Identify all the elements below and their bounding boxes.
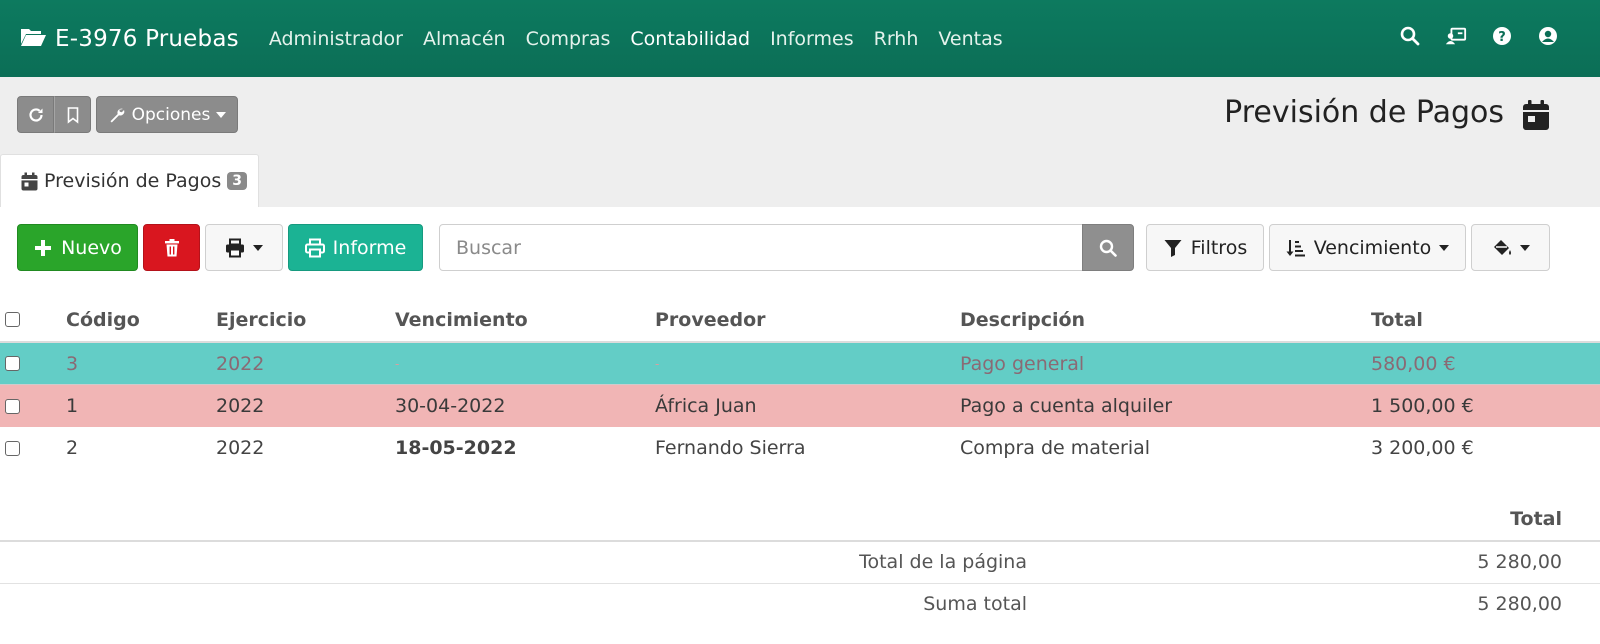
totals-table: Total Total de la página 5 280,00 Suma t…: [0, 500, 1600, 626]
column-header-codigo[interactable]: Código: [66, 298, 140, 341]
folder-open-icon: [20, 26, 55, 52]
column-header-descripcion[interactable]: Descripción: [960, 298, 1085, 341]
column-header-ejercicio[interactable]: Ejercicio: [216, 298, 306, 341]
report-button[interactable]: Informe: [288, 224, 423, 271]
row-checkbox[interactable]: [5, 356, 20, 371]
row-checkbox[interactable]: [5, 440, 20, 456]
print-icon: [226, 238, 244, 257]
sort-amount-down-icon: [1286, 239, 1305, 256]
menu-item-informes[interactable]: Informes: [770, 28, 854, 50]
column-header-total[interactable]: Total: [1371, 298, 1423, 341]
cell-proveedor: África Juan: [655, 395, 757, 417]
search-icon: [1099, 239, 1117, 257]
search-button[interactable]: [1082, 224, 1134, 271]
cell-proveedor: -: [655, 356, 660, 371]
payments-table: Código Ejercicio Vencimiento Proveedor D…: [0, 298, 1600, 469]
cell-vencimiento: -: [395, 356, 400, 371]
report-label: Informe: [332, 236, 407, 259]
filters-button[interactable]: Filtros: [1146, 224, 1264, 271]
cell-ejercicio: 2022: [216, 437, 265, 459]
cell-vencimiento: 30-04-2022: [395, 395, 506, 417]
calendar-icon: [1523, 100, 1549, 130]
page-total-value: 5 280,00: [1477, 551, 1562, 573]
new-label: Nuevo: [61, 236, 122, 259]
cell-descripcion: Pago a cuenta alquiler: [960, 395, 1173, 417]
cell-total: 3 200,00 €: [1371, 437, 1474, 459]
cell-ejercicio: 2022: [216, 352, 265, 375]
cell-codigo[interactable]: 2: [66, 427, 78, 469]
top-navbar: E-3976 Pruebas Administrador Almacén Com…: [0, 0, 1600, 77]
delete-button[interactable]: [143, 224, 200, 271]
filters-label: Filtros: [1190, 236, 1248, 259]
table-row[interactable]: 1 2022 30-04-2022 África Juan Pago a cue…: [0, 385, 1600, 427]
menu-item-contabilidad[interactable]: Contabilidad: [630, 28, 750, 50]
calendar-icon: [21, 172, 38, 190]
table-row[interactable]: 2 2022 18-05-2022 Fernando Sierra Compra…: [0, 427, 1600, 469]
bookmark-icon: [67, 106, 78, 124]
brand[interactable]: E-3976 Pruebas: [20, 26, 239, 52]
svg-text:?: ?: [1498, 30, 1506, 45]
options-dropdown-button[interactable]: Opciones: [96, 96, 238, 133]
page-total-row: Total de la página 5 280,00: [0, 542, 1600, 584]
contact-card-icon[interactable]: [1444, 24, 1468, 48]
order-dropdown-button[interactable]: Vencimiento: [1269, 224, 1466, 271]
tab-label: Previsión de Pagos: [44, 170, 222, 192]
select-all-checkbox[interactable]: [5, 312, 20, 327]
cell-descripcion: Pago general: [960, 352, 1085, 375]
reload-button[interactable]: [17, 96, 54, 133]
paint-bucket-icon: [1493, 239, 1511, 255]
main-menu: Administrador Almacén Compras Contabilid…: [269, 28, 1023, 50]
caret-down-icon: [1519, 244, 1530, 251]
column-header-vencimiento[interactable]: Vencimiento: [395, 298, 528, 341]
search-icon[interactable]: [1398, 24, 1422, 48]
menu-item-ventas[interactable]: Ventas: [938, 28, 1002, 50]
menu-item-almacen[interactable]: Almacén: [423, 28, 506, 50]
page-total-label: Total de la página: [859, 551, 1027, 573]
trash-icon: [164, 238, 179, 256]
wrench-icon: [110, 108, 124, 122]
cell-codigo[interactable]: 1: [66, 385, 78, 427]
cell-proveedor: Fernando Sierra: [655, 437, 806, 459]
menu-item-administrador[interactable]: Administrador: [269, 28, 403, 50]
help-icon[interactable]: ?: [1490, 24, 1514, 48]
caret-down-icon: [216, 111, 227, 118]
brand-name: E-3976 Pruebas: [55, 25, 239, 52]
count-badge: 3: [227, 172, 247, 190]
user-icon[interactable]: [1536, 24, 1560, 48]
options-label: Opciones: [131, 104, 211, 125]
totals-header: Total: [0, 500, 1600, 542]
list-toolbar: Nuevo Informe Filtros Vencimiento: [0, 224, 1600, 272]
bookmark-button[interactable]: [54, 96, 91, 133]
order-label: Vencimiento: [1313, 236, 1432, 259]
tab-prevision-pagos[interactable]: Previsión de Pagos 3: [0, 154, 259, 207]
new-button[interactable]: Nuevo: [17, 224, 138, 271]
cell-total: 1 500,00 €: [1371, 395, 1474, 417]
grand-total-value: 5 280,00: [1477, 593, 1562, 615]
color-legend-dropdown-button[interactable]: [1471, 224, 1550, 271]
search-input[interactable]: [439, 224, 1084, 271]
grand-total-label: Suma total: [923, 593, 1027, 615]
row-checkbox[interactable]: [5, 398, 20, 414]
filter-icon: [1164, 239, 1182, 257]
grand-total-row: Suma total 5 280,00: [0, 584, 1600, 626]
column-header-proveedor[interactable]: Proveedor: [655, 298, 766, 341]
cell-descripcion: Compra de material: [960, 437, 1151, 459]
plus-icon: [35, 239, 52, 256]
cell-vencimiento: 18-05-2022: [395, 437, 517, 459]
menu-item-compras[interactable]: Compras: [526, 28, 611, 50]
cell-ejercicio: 2022: [216, 395, 265, 417]
totals-column-header: Total: [1510, 508, 1562, 530]
print-dropdown-button[interactable]: [205, 224, 283, 271]
cell-codigo[interactable]: 3: [66, 343, 78, 384]
caret-down-icon: [253, 244, 263, 251]
cell-total: 580,00 €: [1371, 352, 1456, 375]
table-header: Código Ejercicio Vencimiento Proveedor D…: [0, 298, 1600, 343]
page-title: Previsión de Pagos: [1224, 95, 1504, 130]
menu-item-rrhh[interactable]: Rrhh: [874, 28, 919, 50]
caret-down-icon: [1439, 244, 1450, 251]
table-row[interactable]: 3 2022 - - Pago general 580,00 €: [0, 343, 1600, 385]
print-icon: [304, 238, 325, 257]
reload-icon: [28, 107, 43, 122]
